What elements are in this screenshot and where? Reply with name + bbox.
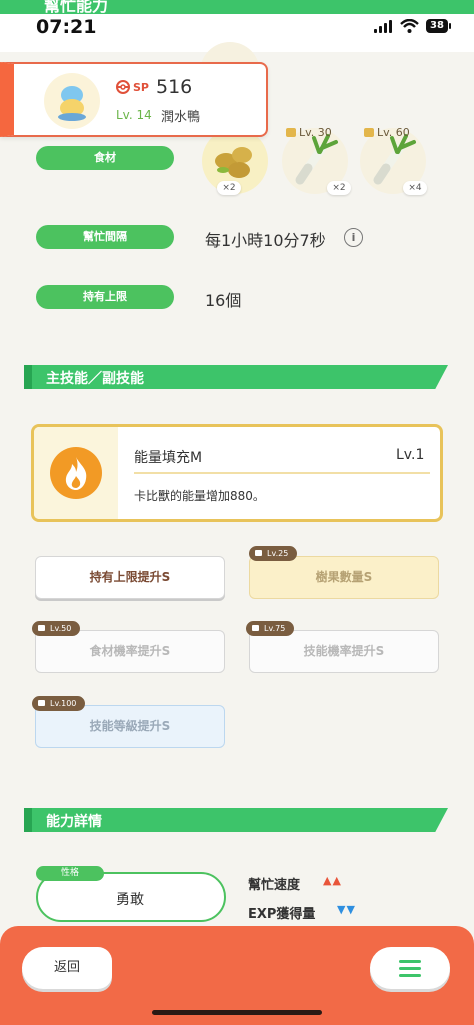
stat-up-arrows-icon: ▲▲ [323,874,342,887]
pokemon-name: 潤水鴨 [161,110,201,125]
fire-icon [50,447,102,499]
main-skill-name: 能量填充M [134,450,203,466]
sub-skill-button-4[interactable]: 技能機率提升S [249,630,439,673]
sp-value: 516 [156,76,193,98]
pokemon-sprite [44,73,100,129]
sub-skill-unlock-badge: Lv.50 [32,621,81,636]
ingredients-label: 食材 [36,146,174,170]
sub-skill-button-1[interactable]: 持有上限提升S [35,556,225,599]
sub-skill-unlock-badge: Lv.100 [32,696,86,711]
pokemon-level: Lv. 14 [116,108,152,122]
unlock-level-badge: Lv. 30 [286,126,332,139]
sp-indicator: SP [116,80,149,94]
ability-section-header: 能力詳情 [24,808,448,832]
wifi-icon [400,19,419,33]
ingredient-qty-3: ×4 [403,181,427,195]
help-interval-label: 幫忙間隔 [36,225,174,249]
skills-section-title: 主技能／副技能 [46,371,144,387]
lock-icon [252,625,259,631]
help-interval-value: 每1小時10分7秒 [205,231,326,250]
sub-skill-button-3[interactable]: 食材機率提升S [35,630,225,673]
stat-label-help-speed: 幫忙速度 [248,878,301,893]
sub-skill-unlock-badge: Lv.25 [249,546,298,561]
ingredient-qty-1: ×2 [217,181,241,195]
section-header-partial: 幫忙能力 [0,0,474,15]
lock-icon [38,700,45,706]
back-button[interactable]: 返回 [22,947,112,989]
pokemon-card[interactable]: SP 516 Lv. 14 潤水鴨 [0,62,268,137]
home-indicator [152,1010,322,1015]
ability-section-title: 能力詳情 [46,814,102,830]
main-skill-card[interactable]: 能量填充M Lv.1 卡比獸的能量增加880。 [31,424,443,522]
cellular-signal-icon [374,20,394,33]
battery-icon: 38 [426,19,451,33]
lock-icon [286,128,296,137]
sub-skill-button-5[interactable]: 技能等級提升S [35,705,225,748]
lock-icon [38,625,45,631]
nature-tag: 性格 [36,866,104,881]
capacity-label: 持有上限 [36,285,174,309]
lock-icon [255,550,262,556]
lock-icon [364,128,374,137]
main-skill-level: Lv.1 [396,447,425,463]
sp-label: SP [133,81,149,94]
nature-value: 勇敢 [116,892,144,908]
section-title-partial: 幫忙能力 [44,0,109,15]
sub-skill-button-2[interactable]: 樹果數量S [249,556,439,599]
status-time: 07:21 [36,16,97,38]
info-icon[interactable]: i [344,228,363,247]
divider [134,472,430,474]
ingredient-qty-2: ×2 [327,181,351,195]
menu-button[interactable] [370,947,450,989]
capacity-value: 16個 [205,291,242,310]
pokeball-icon [116,80,130,94]
sub-skill-unlock-badge: Lv.75 [246,621,295,636]
unlock-level-badge: Lv. 60 [364,126,410,139]
stat-down-arrows-icon: ▼▼ [337,903,356,916]
stat-label-exp-gain: EXP獲得量 [248,907,316,922]
main-skill-description: 卡比獸的能量增加880。 [134,489,265,503]
skills-section-header: 主技能／副技能 [24,365,448,389]
